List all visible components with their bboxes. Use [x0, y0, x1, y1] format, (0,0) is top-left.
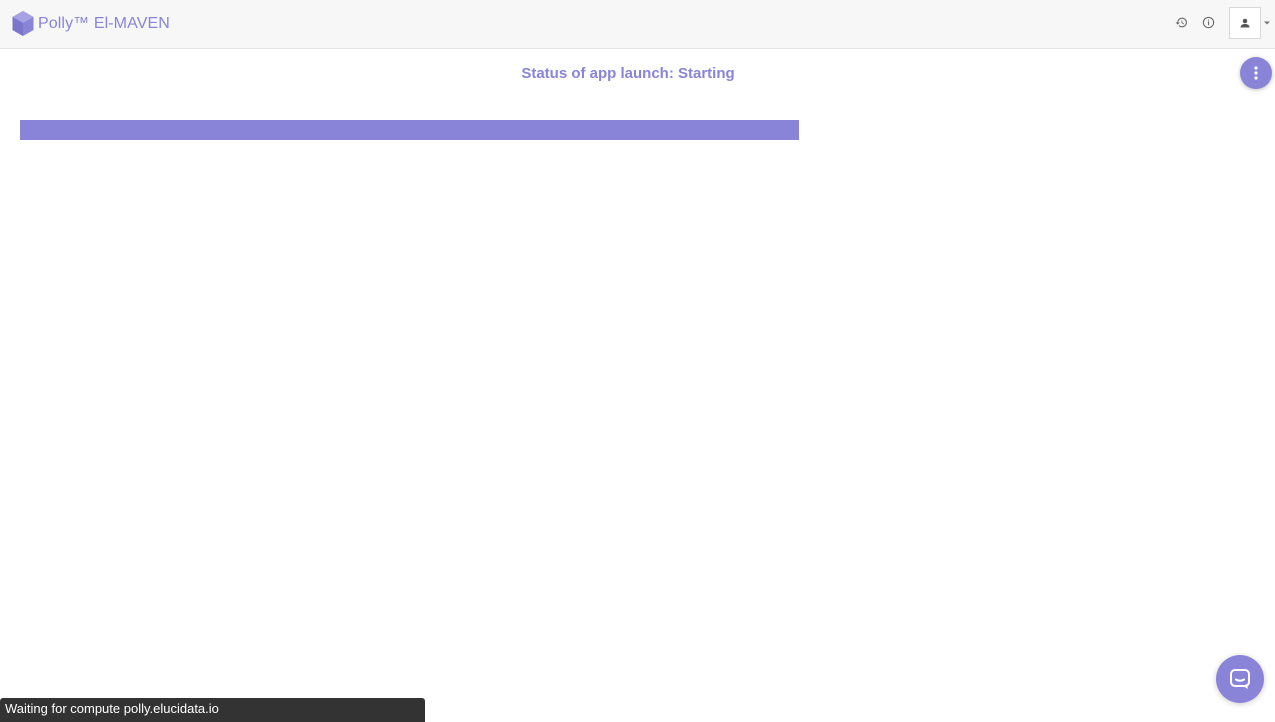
user-icon: [1240, 18, 1250, 28]
kebab-menu-button[interactable]: [1240, 57, 1272, 89]
info-icon[interactable]: [1200, 14, 1216, 30]
caret-down-icon[interactable]: [1263, 20, 1271, 26]
polly-logo-icon: [12, 11, 34, 36]
chat-icon: [1230, 669, 1250, 689]
user-menu-button[interactable]: [1229, 7, 1261, 39]
kebab-menu-icon: [1254, 66, 1258, 80]
history-icon[interactable]: [1173, 14, 1189, 30]
chat-launcher-button[interactable]: [1216, 655, 1264, 703]
brand-name: Polly™ El-MAVEN: [38, 14, 170, 32]
status-toast: Waiting for compute polly.elucidata.io: [0, 698, 425, 722]
top-navbar: Polly™ El-MAVEN: [0, 0, 1275, 49]
launch-status-title: Status of app launch: Starting: [521, 65, 735, 82]
brand[interactable]: Polly™ El-MAVEN: [11, 10, 170, 37]
launch-progress-bar: [20, 120, 799, 140]
launch-progress-fill: [20, 120, 799, 140]
